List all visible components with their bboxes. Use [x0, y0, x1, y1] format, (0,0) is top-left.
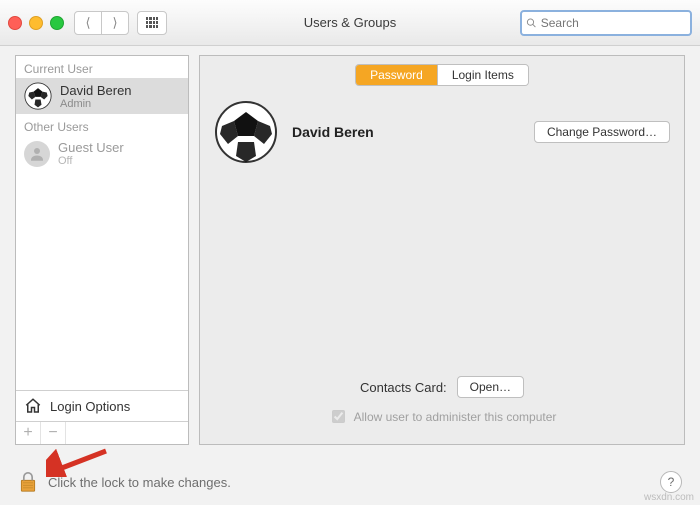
traffic-lights [8, 16, 64, 30]
guest-user-status: Off [58, 155, 124, 167]
login-options-button[interactable]: Login Options [16, 391, 188, 422]
help-button[interactable]: ? [660, 471, 682, 493]
watermark: wsxdn.com [644, 492, 694, 503]
display-name: David Beren [292, 124, 374, 140]
search-field[interactable] [520, 10, 692, 36]
allow-administer-checkbox[interactable] [332, 410, 345, 423]
label-current-user: Current User [16, 56, 188, 78]
close-window-button[interactable] [8, 16, 22, 30]
sidebar-footer: Login Options + − [16, 390, 188, 444]
guest-user-name: Guest User [58, 140, 124, 155]
remove-user-button[interactable]: − [41, 422, 66, 444]
main-panel: Password Login Items David Beren Change … [199, 55, 685, 445]
users-sidebar: Current User David Beren Admin Other Use… [15, 55, 189, 445]
sidebar-item-current-user[interactable]: David Beren Admin [16, 78, 188, 114]
sidebar-item-guest-user[interactable]: Guest User Off [16, 136, 188, 171]
user-text: David Beren Admin [60, 83, 132, 110]
search-wrap [520, 10, 692, 36]
add-user-button[interactable]: + [16, 422, 41, 444]
login-options-label: Login Options [50, 399, 130, 414]
tabs: Password Login Items [214, 64, 670, 86]
titlebar: ⟨ ⟩ Users & Groups [0, 0, 700, 46]
nav-back-forward: ⟨ ⟩ [74, 11, 129, 35]
grid-icon [146, 17, 158, 29]
forward-button[interactable]: ⟩ [101, 12, 128, 34]
admin-checkbox-row: Allow user to administer this computer [200, 407, 684, 426]
allow-administer-label: Allow user to administer this computer [354, 410, 557, 424]
fullscreen-window-button[interactable] [50, 16, 64, 30]
footer: Click the lock to make changes. ? [18, 471, 682, 493]
minimize-window-button[interactable] [29, 16, 43, 30]
lock-hint-text: Click the lock to make changes. [48, 475, 231, 490]
window: ⟨ ⟩ Users & Groups Current User [0, 0, 700, 505]
profile-row: David Beren Change Password… [214, 100, 670, 164]
search-input[interactable] [537, 15, 686, 31]
add-remove-users: + − [16, 422, 188, 444]
guest-avatar-icon [24, 141, 50, 167]
house-icon [24, 397, 42, 415]
contacts-card-label: Contacts Card: [360, 380, 447, 395]
content: Current User David Beren Admin Other Use… [15, 55, 685, 445]
contacts-card-row: Contacts Card: Open… [200, 376, 684, 398]
current-user-name: David Beren [60, 83, 132, 98]
show-all-prefs-button[interactable] [137, 11, 167, 35]
search-icon [526, 17, 537, 29]
profile-picture[interactable] [214, 100, 278, 164]
lock-area: Click the lock to make changes. [18, 471, 231, 493]
current-user-role: Admin [60, 98, 132, 110]
soccer-ball-icon [24, 82, 52, 110]
back-button[interactable]: ⟨ [75, 12, 101, 34]
tab-group: Password Login Items [355, 64, 529, 86]
tab-password[interactable]: Password [356, 65, 437, 85]
lock-icon[interactable] [18, 471, 38, 493]
tab-login-items[interactable]: Login Items [437, 65, 528, 85]
open-contacts-card-button[interactable]: Open… [457, 376, 524, 398]
guest-text: Guest User Off [58, 140, 124, 167]
change-password-button[interactable]: Change Password… [534, 121, 670, 143]
label-other-users: Other Users [16, 114, 188, 136]
